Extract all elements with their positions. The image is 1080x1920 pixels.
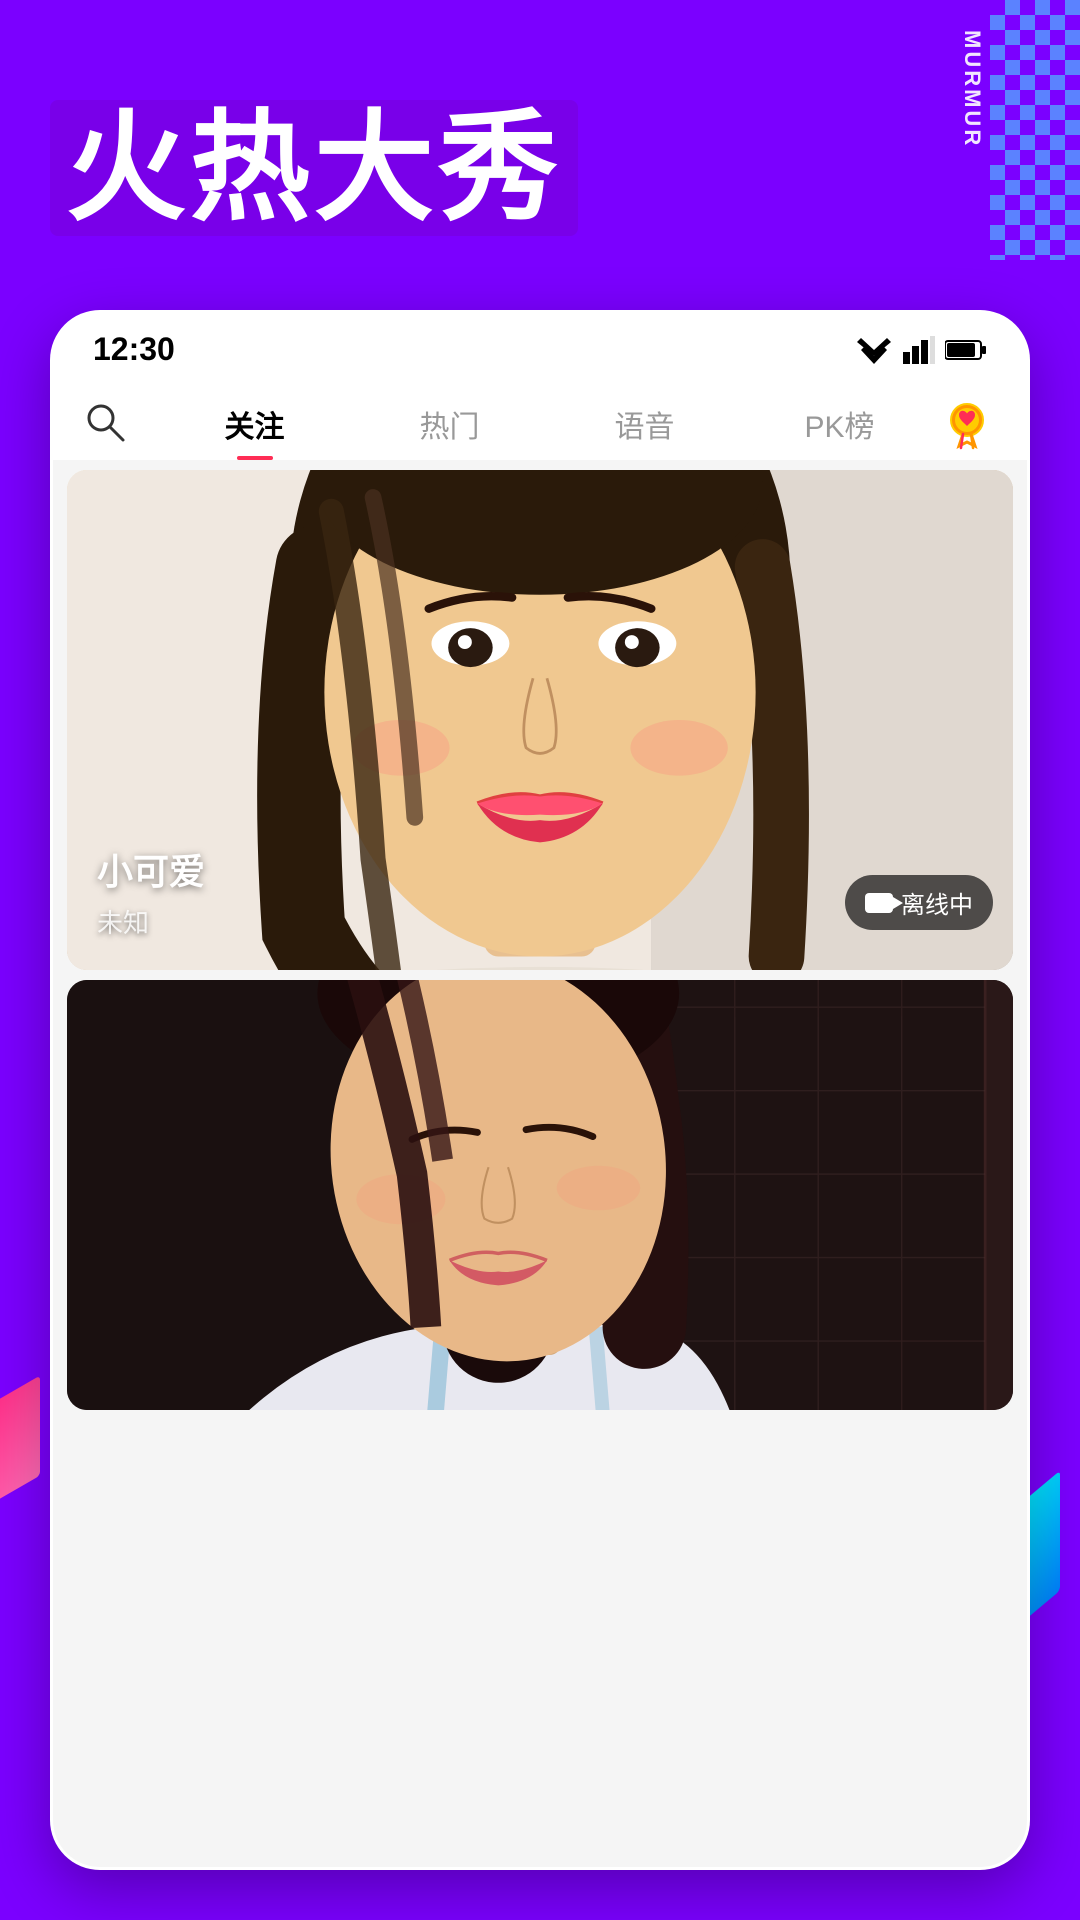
search-icon	[83, 400, 127, 444]
stream-subtitle-1: 未知	[97, 903, 205, 940]
wifi-icon	[855, 336, 893, 364]
stream-card-2[interactable]	[67, 980, 1013, 1410]
search-button[interactable]	[83, 400, 127, 449]
stream-info-1: 小可爱 未知	[97, 843, 205, 940]
status-time: 12:30	[93, 331, 175, 368]
signal-icon	[903, 336, 935, 364]
nav-tabs: 关注 热门 语音 PK榜	[53, 378, 1027, 460]
battery-icon	[945, 339, 987, 361]
offline-badge-1: 离线中	[845, 875, 993, 930]
award-icon	[941, 398, 993, 450]
stream-thumbnail-2	[67, 980, 1013, 1410]
tab-pk[interactable]: PK榜	[742, 388, 937, 460]
offline-badge-text: 离线中	[901, 885, 973, 920]
status-bar: 12:30	[53, 313, 1027, 378]
status-icons	[855, 336, 987, 364]
checker-decoration	[990, 0, 1080, 260]
award-button[interactable]	[937, 394, 997, 454]
tab-voice[interactable]: 语音	[547, 388, 742, 460]
stream-name-1: 小可爱	[97, 843, 205, 895]
offline-badge-icon	[865, 893, 893, 913]
tab-follow[interactable]: 关注	[157, 388, 352, 460]
content-area: 小可爱 未知 离线中	[53, 460, 1027, 1870]
stream-card-1[interactable]: 小可爱 未知 离线中	[67, 470, 1013, 970]
hero-title: 火热大秀	[50, 100, 578, 236]
portrait-face-2	[67, 980, 1013, 1410]
brand-murmur: MURMUR	[959, 30, 985, 148]
tab-hot[interactable]: 热门	[352, 388, 547, 460]
phone-mockup: 12:30	[50, 310, 1030, 1870]
